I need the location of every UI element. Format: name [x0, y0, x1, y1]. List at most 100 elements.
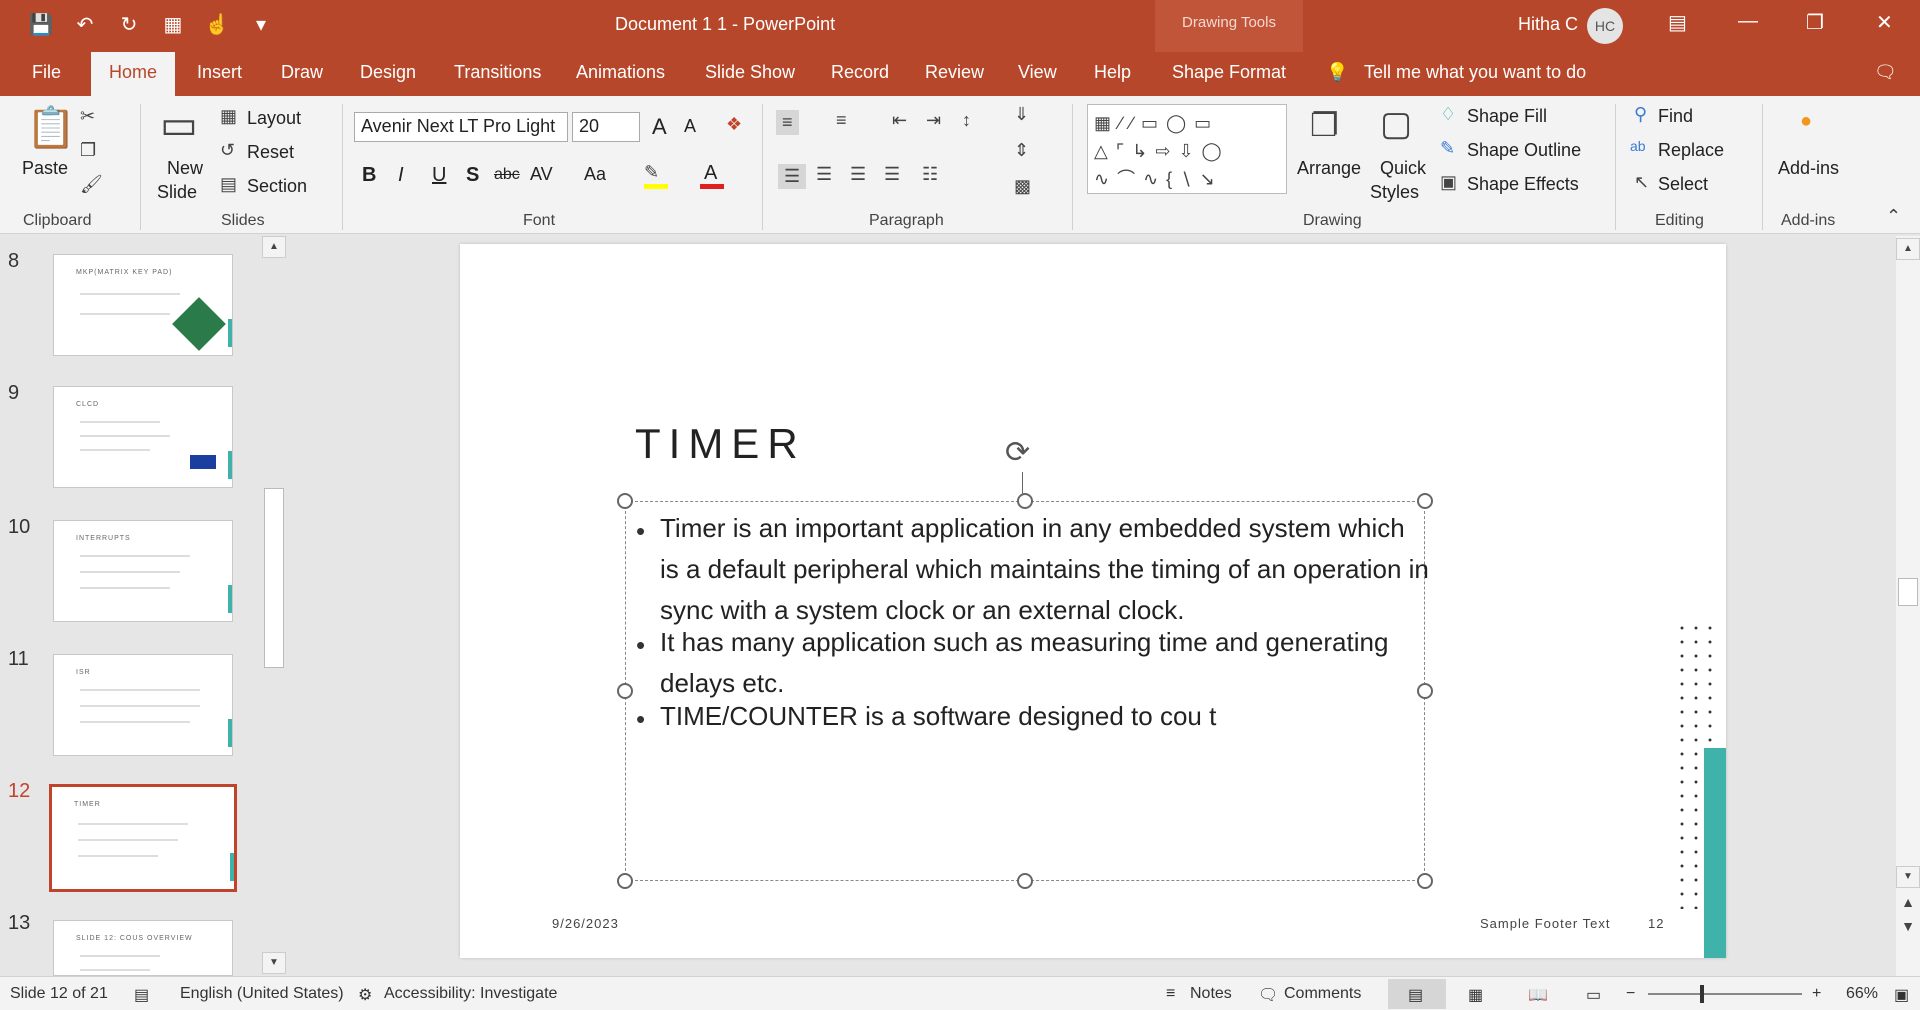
- slide-thumbnail-13[interactable]: SLIDE 12: COUS OVERVIEW: [53, 920, 233, 976]
- zoom-slider[interactable]: [1648, 993, 1802, 995]
- resize-handle-top[interactable]: [1017, 493, 1033, 509]
- smartart-icon[interactable]: ▩: [1014, 176, 1031, 197]
- character-spacing-button[interactable]: AV: [530, 164, 553, 185]
- scroll-down-button[interactable]: ▼: [1896, 866, 1920, 888]
- slide-canvas[interactable]: TIMER ⟳ • Timer is an important applicat…: [460, 244, 1726, 958]
- restore-icon[interactable]: ❐: [1806, 10, 1824, 35]
- shapes-gallery[interactable]: ▦∕∕▭◯▭ △⌜↳⇨⇩◯ ∿⌒∿{∖↘: [1087, 104, 1287, 194]
- avatar[interactable]: HC: [1587, 8, 1623, 44]
- fit-to-window-icon[interactable]: ▣: [1894, 985, 1909, 1005]
- bullets-icon[interactable]: ≡: [776, 110, 799, 135]
- tab-record[interactable]: Record: [831, 62, 889, 83]
- close-icon[interactable]: ✕: [1876, 10, 1893, 35]
- slide-thumbnail-12[interactable]: TIMER: [49, 784, 237, 892]
- customize-qat-icon[interactable]: ▾: [248, 12, 274, 37]
- grow-font-button[interactable]: A: [652, 114, 667, 140]
- line-spacing-icon[interactable]: ↕: [962, 110, 971, 131]
- copy-icon[interactable]: ❐: [80, 140, 96, 161]
- comments-button[interactable]: Comments: [1284, 985, 1361, 1003]
- tab-design[interactable]: Design: [360, 62, 416, 83]
- comments-icon[interactable]: 🗨: [1874, 62, 1897, 83]
- slide-title[interactable]: TIMER: [635, 420, 806, 468]
- resize-handle-bottom-right[interactable]: [1417, 873, 1433, 889]
- resize-handle-top-left[interactable]: [617, 493, 633, 509]
- resize-handle-bottom[interactable]: [1017, 873, 1033, 889]
- shadow-button[interactable]: S: [466, 164, 479, 187]
- resize-handle-left[interactable]: [617, 683, 633, 699]
- font-size-combo[interactable]: 20: [572, 112, 640, 142]
- previous-slide-icon[interactable]: ▲: [1896, 892, 1920, 914]
- user-name[interactable]: Hitha C: [1518, 14, 1578, 35]
- highlight-icon[interactable]: ✎: [644, 162, 659, 183]
- change-case-button[interactable]: Aa: [584, 164, 606, 185]
- select-button[interactable]: Select: [1658, 174, 1708, 195]
- bullet-text-1[interactable]: Timer is an important application in any…: [660, 508, 1430, 631]
- content-textbox[interactable]: • Timer is an important application in a…: [625, 501, 1429, 881]
- quick-styles-label-2[interactable]: Styles: [1370, 182, 1419, 203]
- italic-button[interactable]: I: [398, 164, 404, 187]
- accessibility-button[interactable]: Accessibility: Investigate: [384, 985, 557, 1003]
- find-button[interactable]: Find: [1658, 106, 1693, 127]
- bold-button[interactable]: B: [362, 164, 376, 187]
- shape-outline-button[interactable]: Shape Outline: [1467, 140, 1581, 161]
- ribbon-display-icon[interactable]: ▤: [1668, 10, 1687, 35]
- slide-scrollbar[interactable]: ▲ ▼ ▲ ▼: [1896, 236, 1920, 976]
- slide-thumbnail-10[interactable]: INTERRUPTS: [53, 520, 233, 622]
- tab-slide-show[interactable]: Slide Show: [705, 62, 795, 83]
- tab-insert[interactable]: Insert: [197, 62, 242, 83]
- thumbnail-scrollbar[interactable]: ▲ ▼: [262, 236, 286, 974]
- save-icon[interactable]: 💾: [28, 12, 54, 37]
- add-ins-button[interactable]: Add-ins: [1778, 158, 1839, 179]
- tab-shape-format[interactable]: Shape Format: [1172, 62, 1286, 83]
- undo-icon[interactable]: ↶: [72, 12, 98, 37]
- font-color-button[interactable]: A: [704, 162, 717, 185]
- columns-icon[interactable]: ☷: [922, 164, 938, 185]
- scroll-thumb[interactable]: [1898, 578, 1918, 606]
- tab-file[interactable]: File: [32, 62, 61, 83]
- bullet-text-2[interactable]: It has many application such as measurin…: [660, 622, 1430, 704]
- section-button[interactable]: Section: [247, 176, 307, 197]
- redo-icon[interactable]: ↻: [116, 12, 142, 37]
- resize-handle-right[interactable]: [1417, 683, 1433, 699]
- tab-animations[interactable]: Animations: [576, 62, 665, 83]
- scroll-up-button[interactable]: ▲: [262, 236, 286, 258]
- new-slide-icon[interactable]: ▭: [160, 102, 198, 148]
- notes-button[interactable]: Notes: [1190, 985, 1232, 1003]
- underline-button[interactable]: U: [432, 164, 446, 187]
- align-text-icon[interactable]: ⇕: [1014, 140, 1029, 161]
- footer-date[interactable]: 9/26/2023: [552, 916, 619, 931]
- tab-home[interactable]: Home: [91, 52, 176, 96]
- scroll-down-button[interactable]: ▼: [262, 952, 286, 974]
- zoom-slider-knob[interactable]: [1700, 985, 1704, 1003]
- scroll-thumb[interactable]: [264, 488, 284, 668]
- footer-slide-number[interactable]: 12: [1648, 916, 1664, 931]
- footer-text[interactable]: Sample Footer Text: [1480, 916, 1610, 931]
- arrange-button[interactable]: Arrange: [1297, 158, 1361, 179]
- paste-icon[interactable]: 📋: [26, 104, 76, 151]
- spelling-icon[interactable]: ▤: [134, 985, 149, 1005]
- reading-view-icon[interactable]: 📖: [1528, 985, 1548, 1005]
- tab-help[interactable]: Help: [1094, 62, 1131, 83]
- zoom-in-button[interactable]: +: [1812, 985, 1821, 1003]
- rotate-handle-icon[interactable]: ⟳: [1005, 435, 1030, 470]
- shrink-font-button[interactable]: A: [684, 116, 696, 137]
- reset-button[interactable]: Reset: [247, 142, 294, 163]
- format-painter-icon[interactable]: 🖌: [80, 174, 103, 195]
- shapes-gallery-icons[interactable]: ▦∕∕▭◯▭ △⌜↳⇨⇩◯ ∿⌒∿{∖↘: [1094, 109, 1230, 193]
- present-icon[interactable]: ▦: [160, 12, 186, 37]
- scroll-up-button[interactable]: ▲: [1896, 238, 1920, 260]
- slide-thumbnail-11[interactable]: ISR: [53, 654, 233, 756]
- zoom-out-button[interactable]: −: [1626, 985, 1635, 1003]
- strikethrough-button[interactable]: abc: [494, 166, 520, 184]
- slide-show-icon[interactable]: ▭: [1586, 985, 1601, 1005]
- resize-handle-top-right[interactable]: [1417, 493, 1433, 509]
- arrange-icon[interactable]: ❐: [1310, 106, 1339, 144]
- tab-review[interactable]: Review: [925, 62, 984, 83]
- next-slide-icon[interactable]: ▼: [1896, 916, 1920, 938]
- minimize-icon[interactable]: —: [1738, 10, 1758, 33]
- shape-fill-button[interactable]: Shape Fill: [1467, 106, 1547, 127]
- tab-transitions[interactable]: Transitions: [454, 62, 541, 83]
- layout-button[interactable]: Layout: [247, 108, 301, 129]
- tab-draw[interactable]: Draw: [281, 62, 323, 83]
- new-slide-label-2[interactable]: Slide: [157, 182, 197, 203]
